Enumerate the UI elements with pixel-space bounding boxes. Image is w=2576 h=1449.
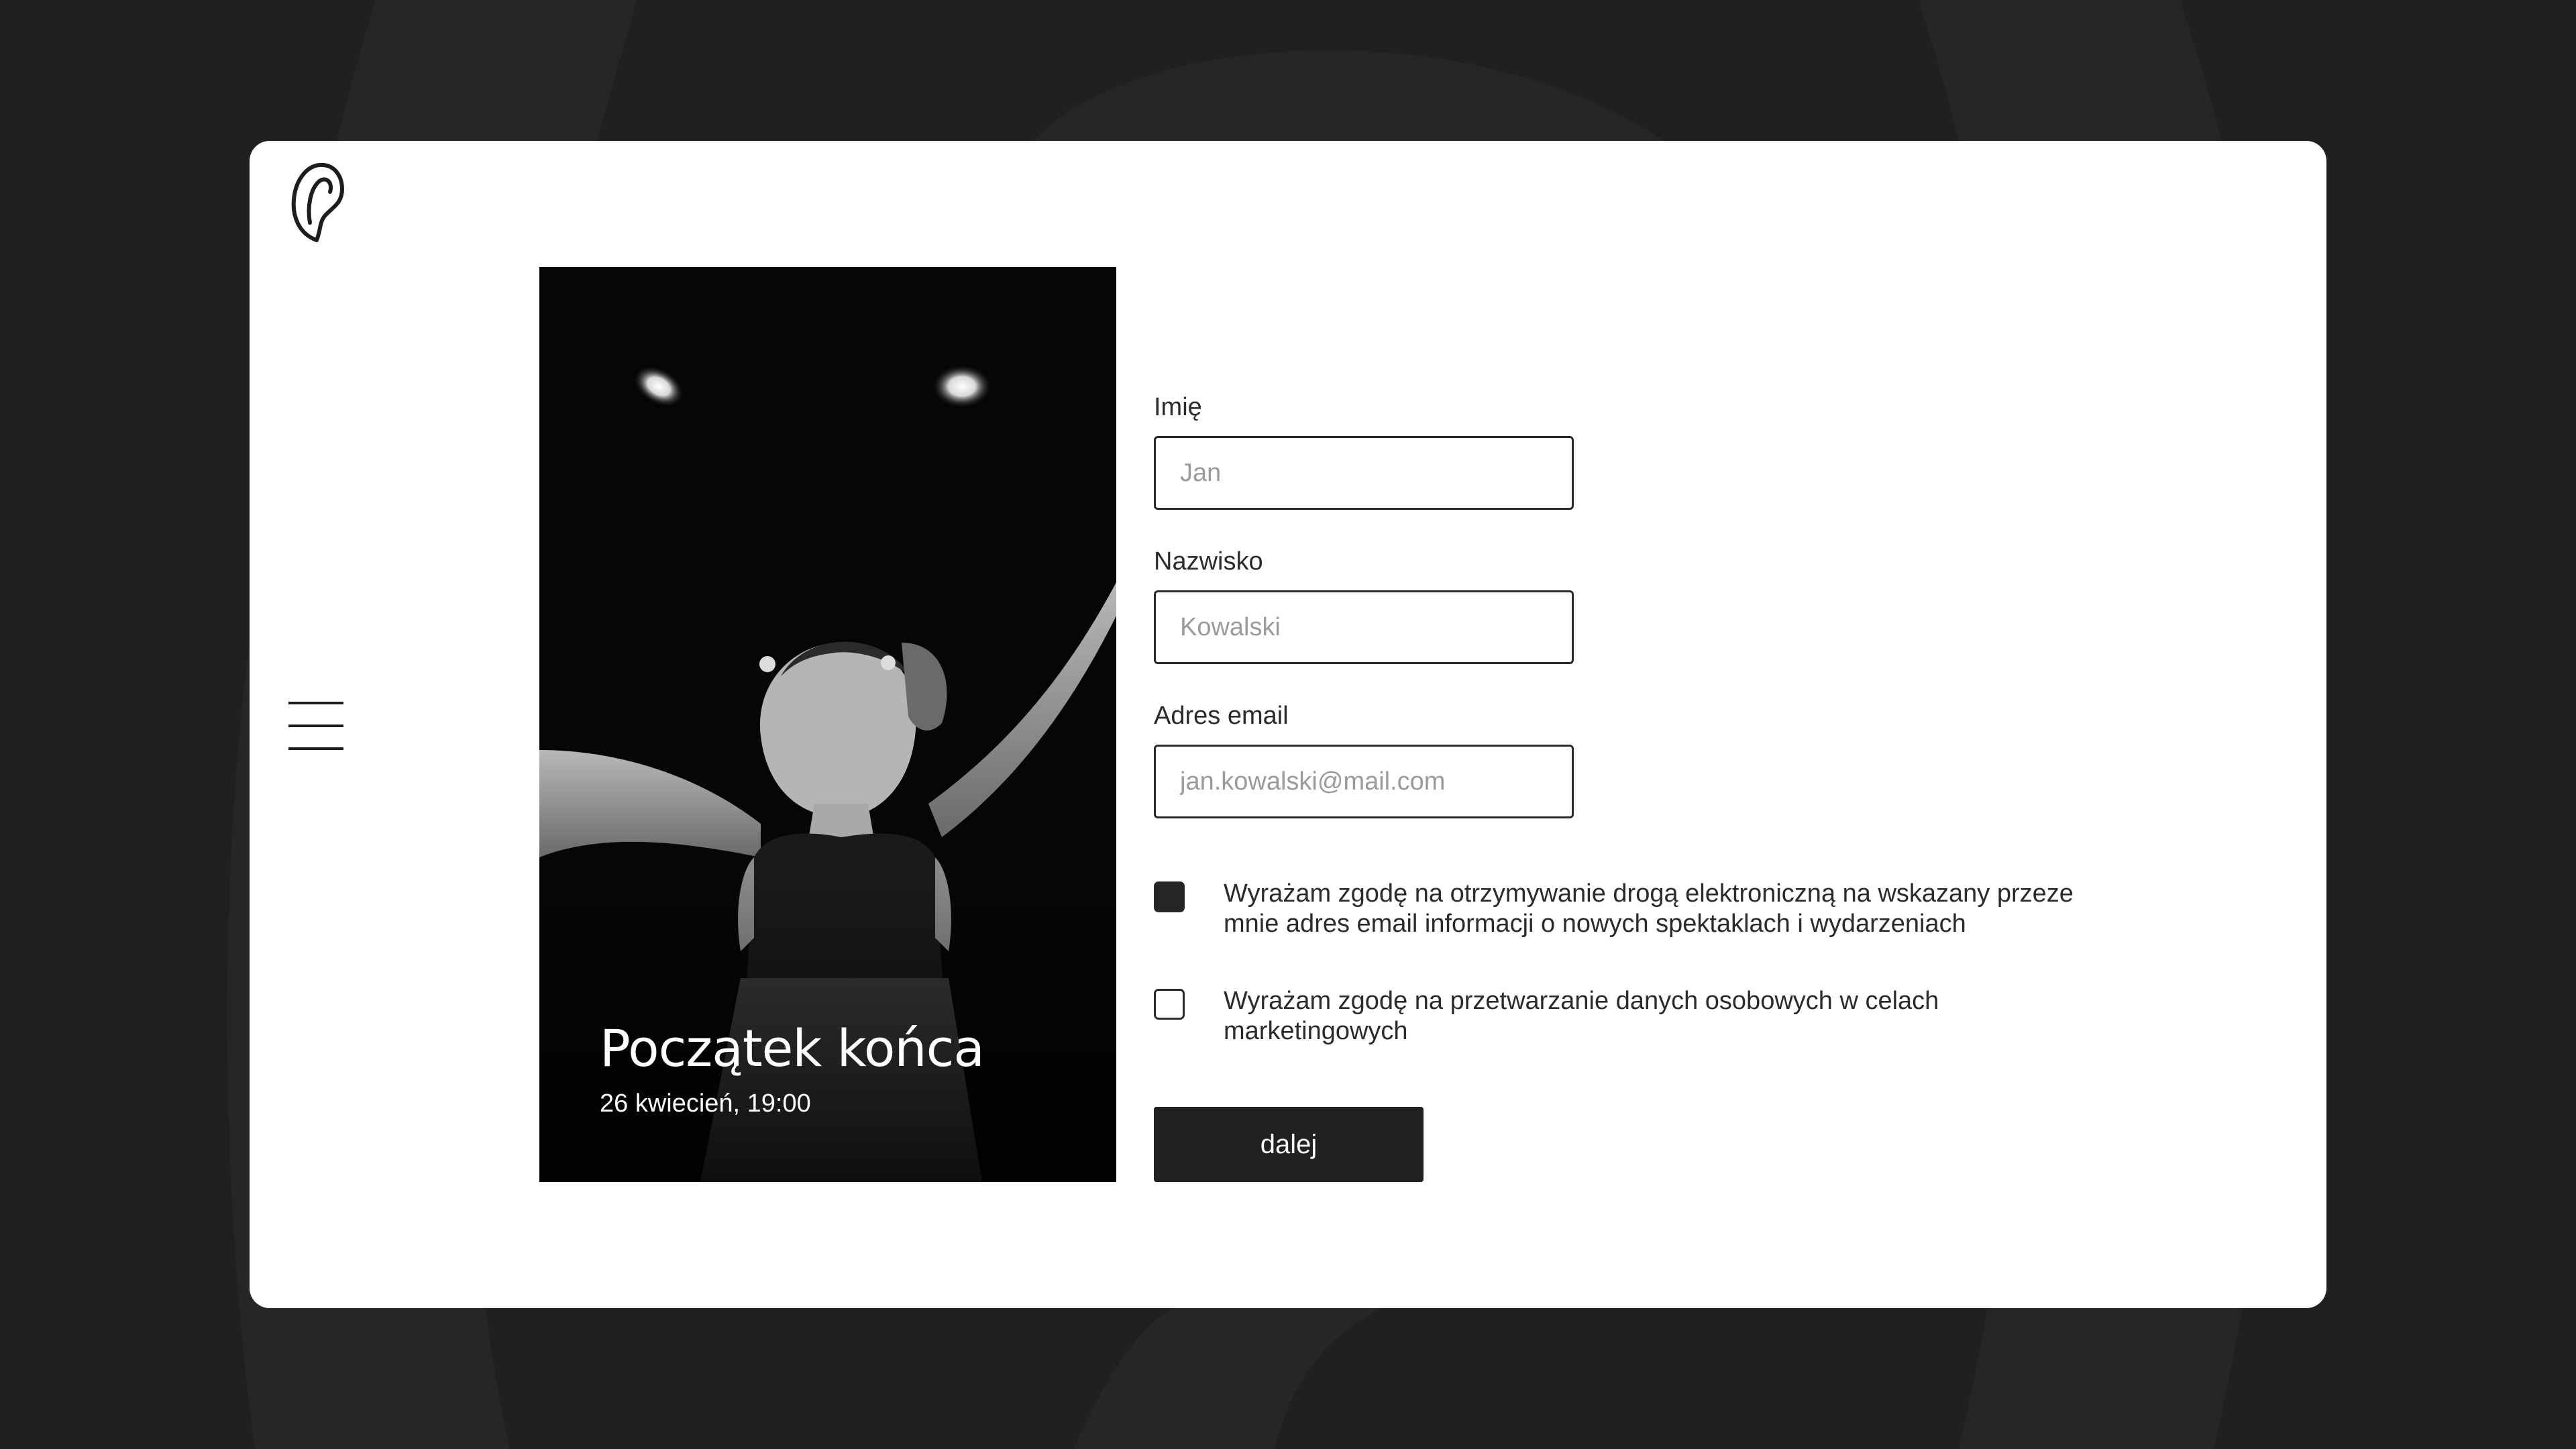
menu-line	[288, 724, 343, 727]
hamburger-menu-icon[interactable]	[288, 699, 345, 753]
registration-form: Imię Nazwisko Adres email Wyrażam zgodę …	[1154, 141, 2227, 1308]
first-name-input[interactable]	[1154, 436, 1574, 510]
event-title: Początek końca	[600, 1018, 985, 1078]
event-date: 26 kwiecień, 19:00	[600, 1089, 811, 1118]
last-name-input[interactable]	[1154, 590, 1574, 664]
marketing-consent-checkbox[interactable]	[1154, 989, 1185, 1020]
event-card: Początek końca 26 kwiecień, 19:00	[539, 267, 1116, 1182]
email-input[interactable]	[1154, 745, 1574, 818]
last-name-label: Nazwisko	[1154, 547, 1263, 576]
first-name-label: Imię	[1154, 393, 1202, 421]
email-label: Adres email	[1154, 702, 1289, 730]
newsletter-consent-text: Wyrażam zgodę na otrzymywanie drogą elek…	[1224, 879, 2074, 938]
main-card: Początek końca 26 kwiecień, 19:00 Imię N…	[250, 141, 2326, 1308]
newsletter-consent-checkbox[interactable]	[1154, 881, 1185, 912]
ear-logo-icon[interactable]	[290, 161, 346, 246]
next-button[interactable]: dalej	[1154, 1107, 1424, 1182]
menu-line	[288, 702, 343, 704]
menu-line	[288, 747, 343, 750]
marketing-consent-text: Wyrażam zgodę na przetwarzanie danych os…	[1224, 987, 1939, 1045]
